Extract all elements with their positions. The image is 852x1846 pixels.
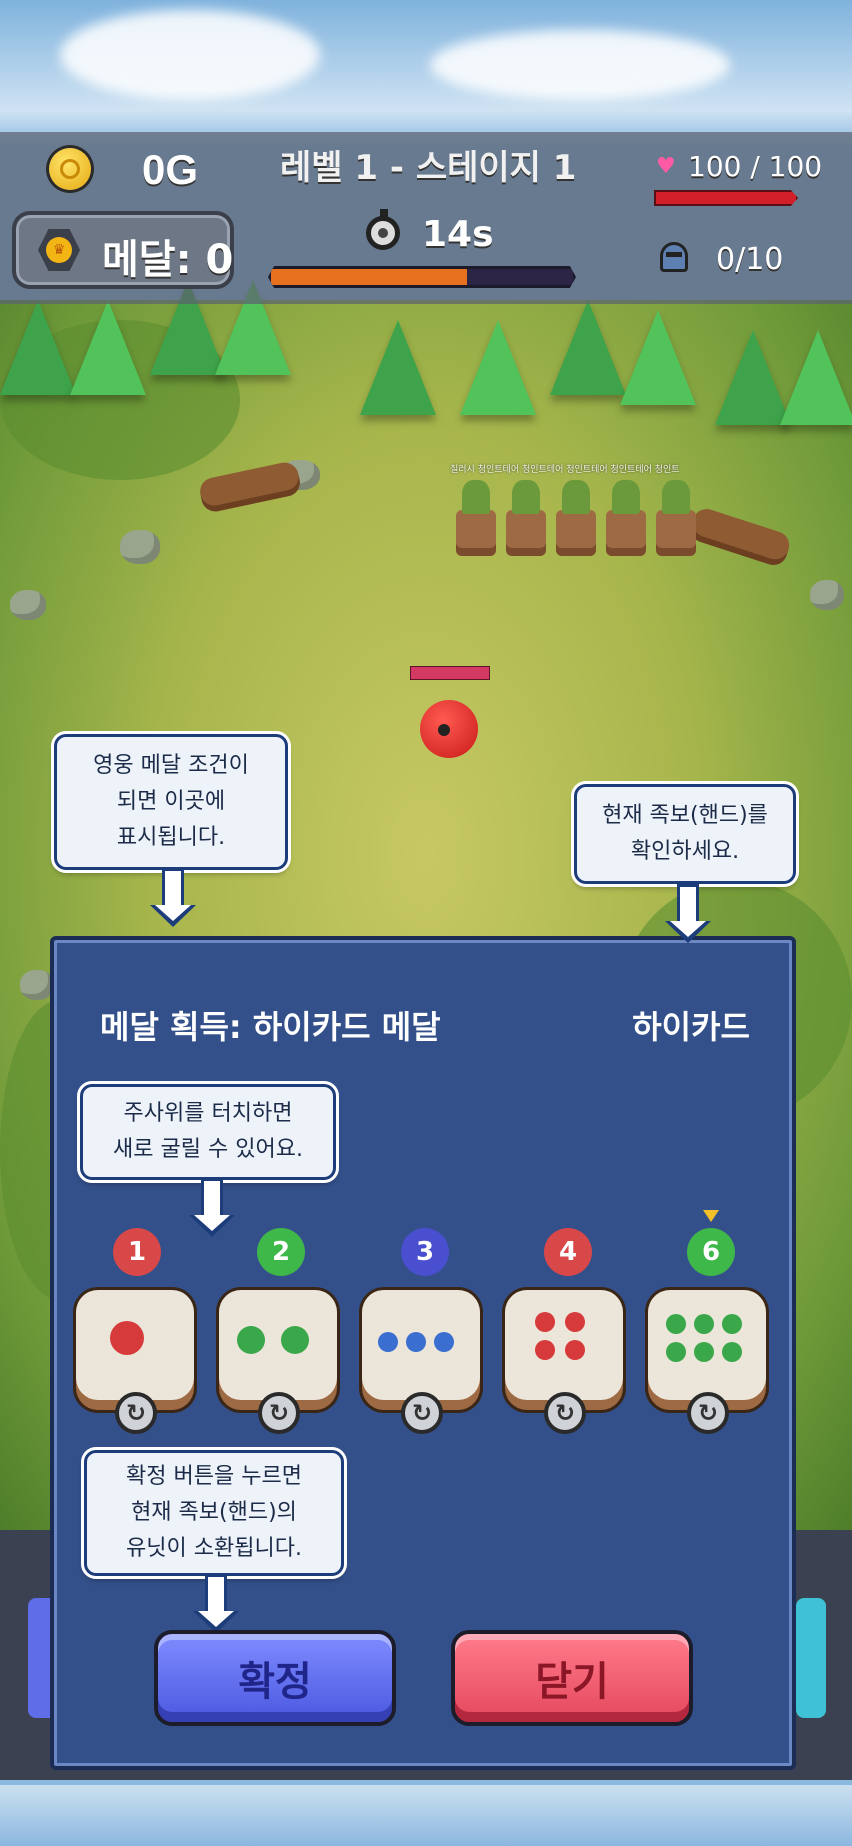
timer-bar	[268, 266, 576, 288]
hero-hp-bar	[410, 666, 490, 680]
medal-counter[interactable]: ♛ 메달: 0	[12, 211, 234, 289]
enemy-unit	[506, 480, 546, 556]
die-pip	[666, 1314, 686, 1334]
unit-count: 0/10	[716, 242, 784, 277]
die-pip	[722, 1342, 742, 1362]
die-pip	[281, 1326, 309, 1354]
level-title: 레벨 1 - 스테이지 1	[280, 148, 577, 188]
highlight-marker-icon	[703, 1210, 719, 1222]
enemy-unit	[656, 480, 696, 556]
tooltip-arrow	[150, 868, 196, 927]
tooltip-current-hand: 현재 족보(핸드)를 확인하세요.	[574, 784, 796, 884]
tree	[0, 300, 76, 395]
tooltip-arrow	[665, 884, 711, 943]
die-value-badge: 6	[687, 1228, 735, 1276]
coin-icon	[49, 148, 91, 190]
reroll-icon[interactable]: ↻	[544, 1392, 586, 1434]
gold-amount: 0G	[142, 146, 199, 193]
tooltip-confirm-hint: 확정 버튼을 누르면 현재 족보(핸드)의 유닛이 소환됩니다.	[84, 1450, 344, 1576]
timer-fill	[271, 269, 468, 285]
tree	[620, 310, 696, 405]
reroll-icon[interactable]: ↻	[115, 1392, 157, 1434]
die-pip	[565, 1312, 585, 1332]
die-pip	[666, 1342, 686, 1362]
helmet-icon	[656, 240, 692, 276]
hp-text: 100 / 100	[688, 150, 823, 183]
die-3[interactable]	[362, 1290, 480, 1400]
medal-count: 메달: 0	[102, 237, 234, 283]
tooltip-dice-touch: 주사위를 터치하면 새로 굴릴 수 있어요.	[80, 1084, 336, 1180]
rock	[810, 580, 844, 610]
rock	[120, 530, 160, 564]
die-value-badge: 2	[257, 1228, 305, 1276]
die-1[interactable]	[76, 1290, 194, 1400]
confirm-button[interactable]: 확정	[154, 1630, 396, 1726]
die-pip	[378, 1332, 398, 1352]
die-pip	[694, 1314, 714, 1334]
timer-text: 14s	[422, 214, 494, 255]
side-button-right[interactable]	[796, 1598, 826, 1718]
tooltip-medal-condition: 영웅 메달 조건이 되면 이곳에 표시됩니다.	[54, 734, 288, 870]
rock	[10, 590, 46, 620]
hand-name: 하이카드	[632, 1008, 750, 1046]
die-4[interactable]	[505, 1290, 623, 1400]
tooltip-arrow	[189, 1178, 235, 1237]
close-button[interactable]: 닫기	[451, 1630, 693, 1726]
hp-bar	[654, 190, 798, 206]
tree	[780, 330, 852, 425]
die-pip	[565, 1340, 585, 1360]
die-2[interactable]	[219, 1290, 337, 1400]
die-pip	[722, 1314, 742, 1334]
die-6[interactable]	[648, 1290, 766, 1400]
die-pip	[434, 1332, 454, 1352]
tree	[360, 320, 436, 415]
heart-icon: ♥	[656, 154, 676, 179]
tree	[460, 320, 536, 415]
reroll-icon[interactable]: ↻	[687, 1392, 729, 1434]
sky-bottom	[0, 1785, 852, 1846]
die-value-badge: 4	[544, 1228, 592, 1276]
enemy-unit	[606, 480, 646, 556]
medal-icon: ♛	[38, 229, 80, 271]
enemy-label: 질러시 청인트테어 청인트테어 청인트테어 청인트테어 청인트	[450, 465, 680, 475]
die-pip	[535, 1340, 555, 1360]
hero-unit	[420, 700, 478, 758]
tooltip-arrow	[193, 1574, 239, 1633]
reroll-icon[interactable]: ↻	[401, 1392, 443, 1434]
die-value-badge: 1	[113, 1228, 161, 1276]
enemy-unit	[456, 480, 496, 556]
die-pip	[406, 1332, 426, 1352]
tree	[550, 300, 626, 395]
panel-title: 메달 획득: 하이카드 메달	[100, 1008, 441, 1046]
die-pip	[237, 1326, 265, 1354]
cloud	[430, 30, 730, 100]
die-pip	[110, 1321, 144, 1355]
die-value-badge: 3	[401, 1228, 449, 1276]
die-pip	[535, 1312, 555, 1332]
die-pip	[694, 1342, 714, 1362]
stopwatch-icon	[366, 209, 400, 250]
reroll-icon[interactable]: ↻	[258, 1392, 300, 1434]
tree	[70, 300, 146, 395]
rock	[20, 970, 54, 1000]
enemy-unit	[556, 480, 596, 556]
cloud	[60, 10, 320, 100]
